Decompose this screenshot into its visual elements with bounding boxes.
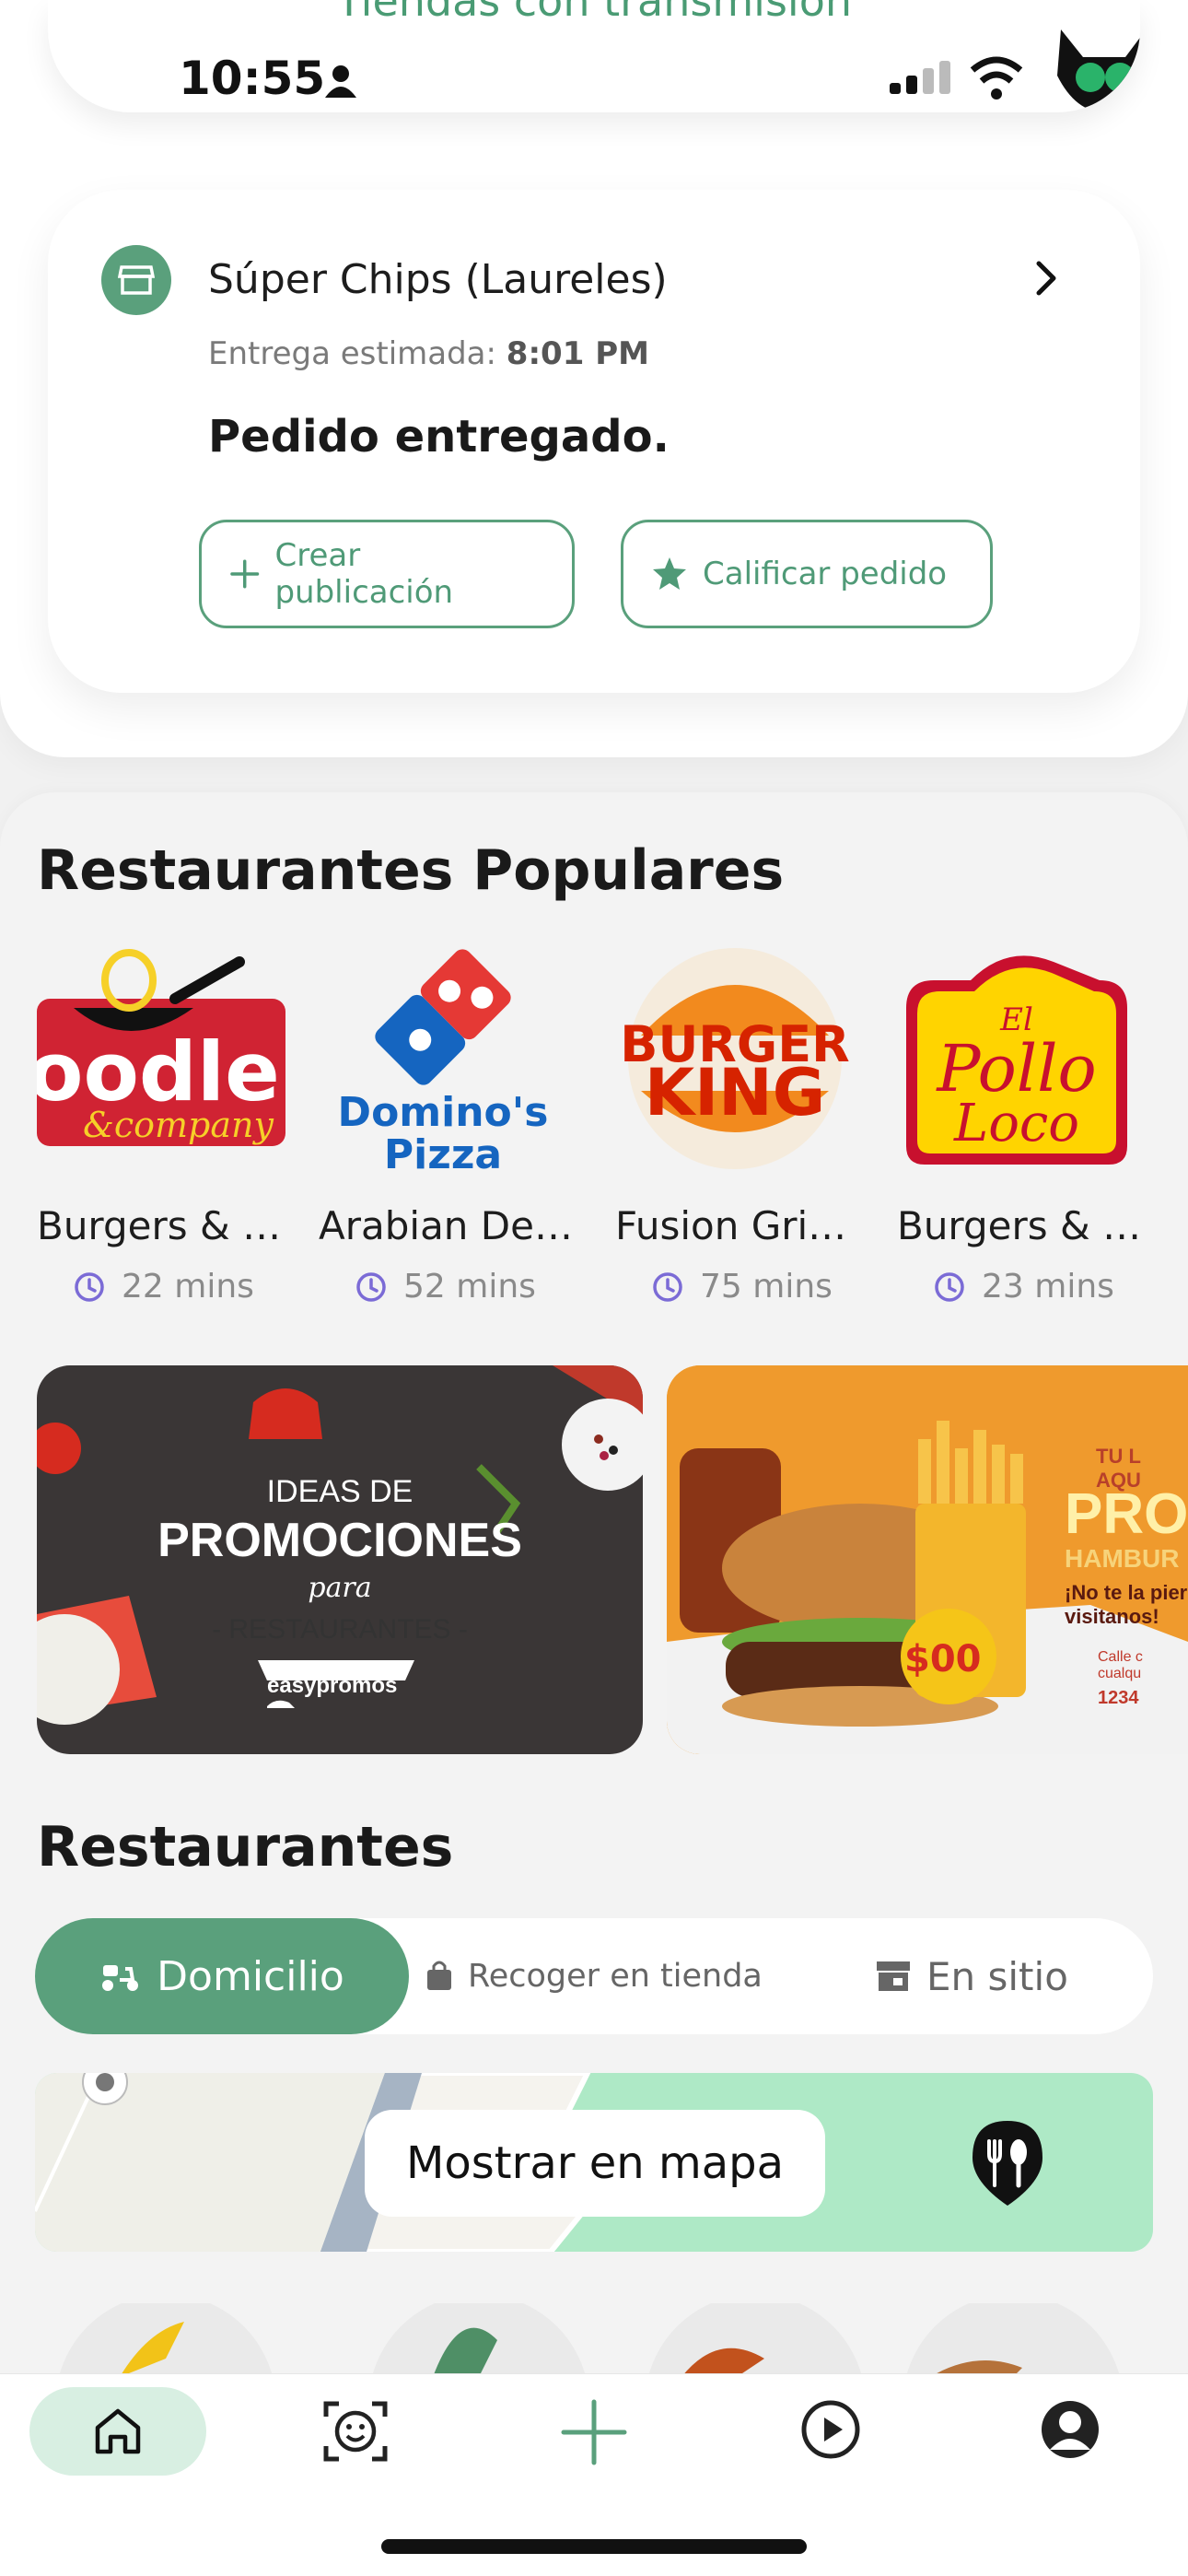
restaurant-name: Fusion Gri…	[615, 1203, 847, 1248]
restaurant-pin-icon	[973, 2121, 1042, 2206]
svg-text:Loco: Loco	[953, 1094, 1079, 1153]
promo-line3: para	[308, 1572, 372, 1604]
category-previews	[58, 2303, 1121, 2377]
svg-text:Pizza: Pizza	[384, 1131, 502, 1174]
eta-time: 8:01 PM	[506, 335, 649, 372]
map-preview[interactable]: Mostrar en mapa	[35, 2073, 1153, 2252]
restaurant-name: Burgers & …	[897, 1203, 1142, 1248]
signal-icon	[890, 61, 950, 94]
noodles-logo: oodle &company	[28, 943, 285, 1174]
order-status: Pedido entregado.	[208, 411, 670, 463]
popular-item[interactable]: Domino's Pizza Arabian De… 52 mins	[319, 943, 595, 1306]
svg-text:KING: KING	[645, 1055, 825, 1130]
clock-icon	[356, 1271, 386, 1302]
promo-address: Calle c cualqu	[1098, 1649, 1143, 1681]
store-icon	[877, 1961, 910, 1991]
status-time: 10:55	[179, 52, 326, 105]
svg-text:&company: &company	[83, 1105, 274, 1145]
popular-title: Restaurantes Populares	[37, 838, 785, 903]
promo-price: $00	[904, 1638, 982, 1680]
wifi-icon	[970, 56, 1023, 100]
promo-headline: PRO	[1065, 1482, 1188, 1546]
clock-icon	[75, 1271, 104, 1302]
delivery-mode-selector: Domicilio Recoger en tienda En sitio	[35, 1918, 1153, 2034]
tab-recoger[interactable]: Recoger en tienda	[425, 1918, 763, 2034]
order-eta: Entrega estimada: 8:01 PM	[208, 335, 649, 372]
play-video-icon[interactable]	[799, 2398, 862, 2461]
delivery-time-text: 75 mins	[700, 1268, 833, 1306]
popular-item[interactable]: oodle &company Burgers & … 22 mins	[28, 943, 313, 1306]
tab-recoger-label: Recoger en tienda	[468, 1958, 763, 1995]
star-icon	[653, 557, 686, 590]
delivery-time: 75 mins	[652, 1268, 833, 1306]
tab-domicilio-label: Domicilio	[157, 1952, 344, 2000]
shopping-bag-icon	[427, 1961, 451, 1990]
clock-icon	[935, 1271, 964, 1302]
order-card[interactable]: Súper Chips (Laureles) Entrega estimada:…	[48, 190, 1140, 693]
dominos-logo: Domino's Pizza	[319, 943, 567, 1178]
restaurants-title: Restaurantes	[37, 1815, 454, 1879]
el-pollo-loco-logo: El Pollo Loco	[897, 943, 1146, 1174]
promo-note: ¡No te la pier visitanos!	[1065, 1581, 1188, 1628]
home-icon	[95, 2408, 141, 2454]
restaurant-name: Arabian De…	[319, 1203, 573, 1248]
popular-item[interactable]: El Pollo Loco Burgers & … 23 mins	[897, 943, 1173, 1306]
eta-label: Entrega estimada:	[208, 335, 496, 372]
burger-king-logo: BURGER KING	[615, 943, 864, 1174]
tab-en-sitio[interactable]: En sitio	[875, 1918, 1068, 2034]
order-store-name: Súper Chips (Laureles)	[208, 256, 668, 303]
scooter-icon	[102, 1965, 139, 1991]
delivery-time-text: 52 mins	[403, 1268, 536, 1306]
create-post-label: Crear publicación	[274, 537, 454, 611]
promo-line2: PROMOCIONES	[157, 1514, 522, 1567]
cat-sticker-icon	[1057, 29, 1140, 112]
plus-icon[interactable]	[560, 2398, 628, 2466]
home-indicator	[381, 2539, 807, 2554]
face-scan-icon[interactable]	[322, 2398, 389, 2465]
delivery-time-text: 22 mins	[122, 1268, 254, 1306]
delivery-time: 22 mins	[74, 1268, 254, 1306]
rate-order-button[interactable]: Calificar pedido	[621, 520, 993, 628]
rate-order-label: Calificar pedido	[703, 556, 948, 592]
promo-banner-ideas[interactable]: IDEAS DE PROMOCIONES para - RESTAURANTES…	[37, 1365, 643, 1754]
tab-en-sitio-label: En sitio	[926, 1953, 1068, 1999]
person-icon	[325, 65, 356, 98]
banner-title: Tiendas con transmisión	[336, 0, 852, 26]
store-icon	[101, 245, 171, 315]
chevron-right-icon[interactable]	[1033, 258, 1061, 299]
promo-sub: HAMBUR	[1065, 1544, 1180, 1573]
show-map-button[interactable]: Mostrar en mapa	[365, 2110, 825, 2217]
clock-icon	[653, 1271, 682, 1302]
delivery-time: 23 mins	[934, 1268, 1114, 1306]
create-post-button[interactable]: Crear publicación	[199, 520, 575, 628]
promo-phone: 1234	[1098, 1688, 1139, 1708]
plus-icon	[230, 559, 260, 589]
promo-line4: - RESTAURANTES -	[212, 1614, 468, 1645]
live-stores-banner[interactable]: Tiendas con transmisión 10:55	[48, 0, 1140, 112]
promo-brand: easypromos	[267, 1673, 398, 1698]
delivery-time: 52 mins	[355, 1268, 536, 1306]
nav-home[interactable]	[29, 2387, 206, 2476]
svg-text:Domino's: Domino's	[338, 1089, 549, 1136]
promo-line1: IDEAS DE	[266, 1474, 413, 1509]
profile-icon[interactable]	[1039, 2398, 1101, 2461]
popular-item[interactable]: BURGER KING Fusion Gri… 75 mins	[615, 943, 891, 1306]
restaurant-name: Burgers & …	[37, 1203, 282, 1248]
delivery-time-text: 23 mins	[982, 1268, 1114, 1306]
tab-domicilio[interactable]: Domicilio	[35, 1918, 409, 2034]
promo-banner-burger[interactable]: $00 TU L AQU PRO HAMBUR ¡No te la pier v…	[667, 1365, 1188, 1754]
